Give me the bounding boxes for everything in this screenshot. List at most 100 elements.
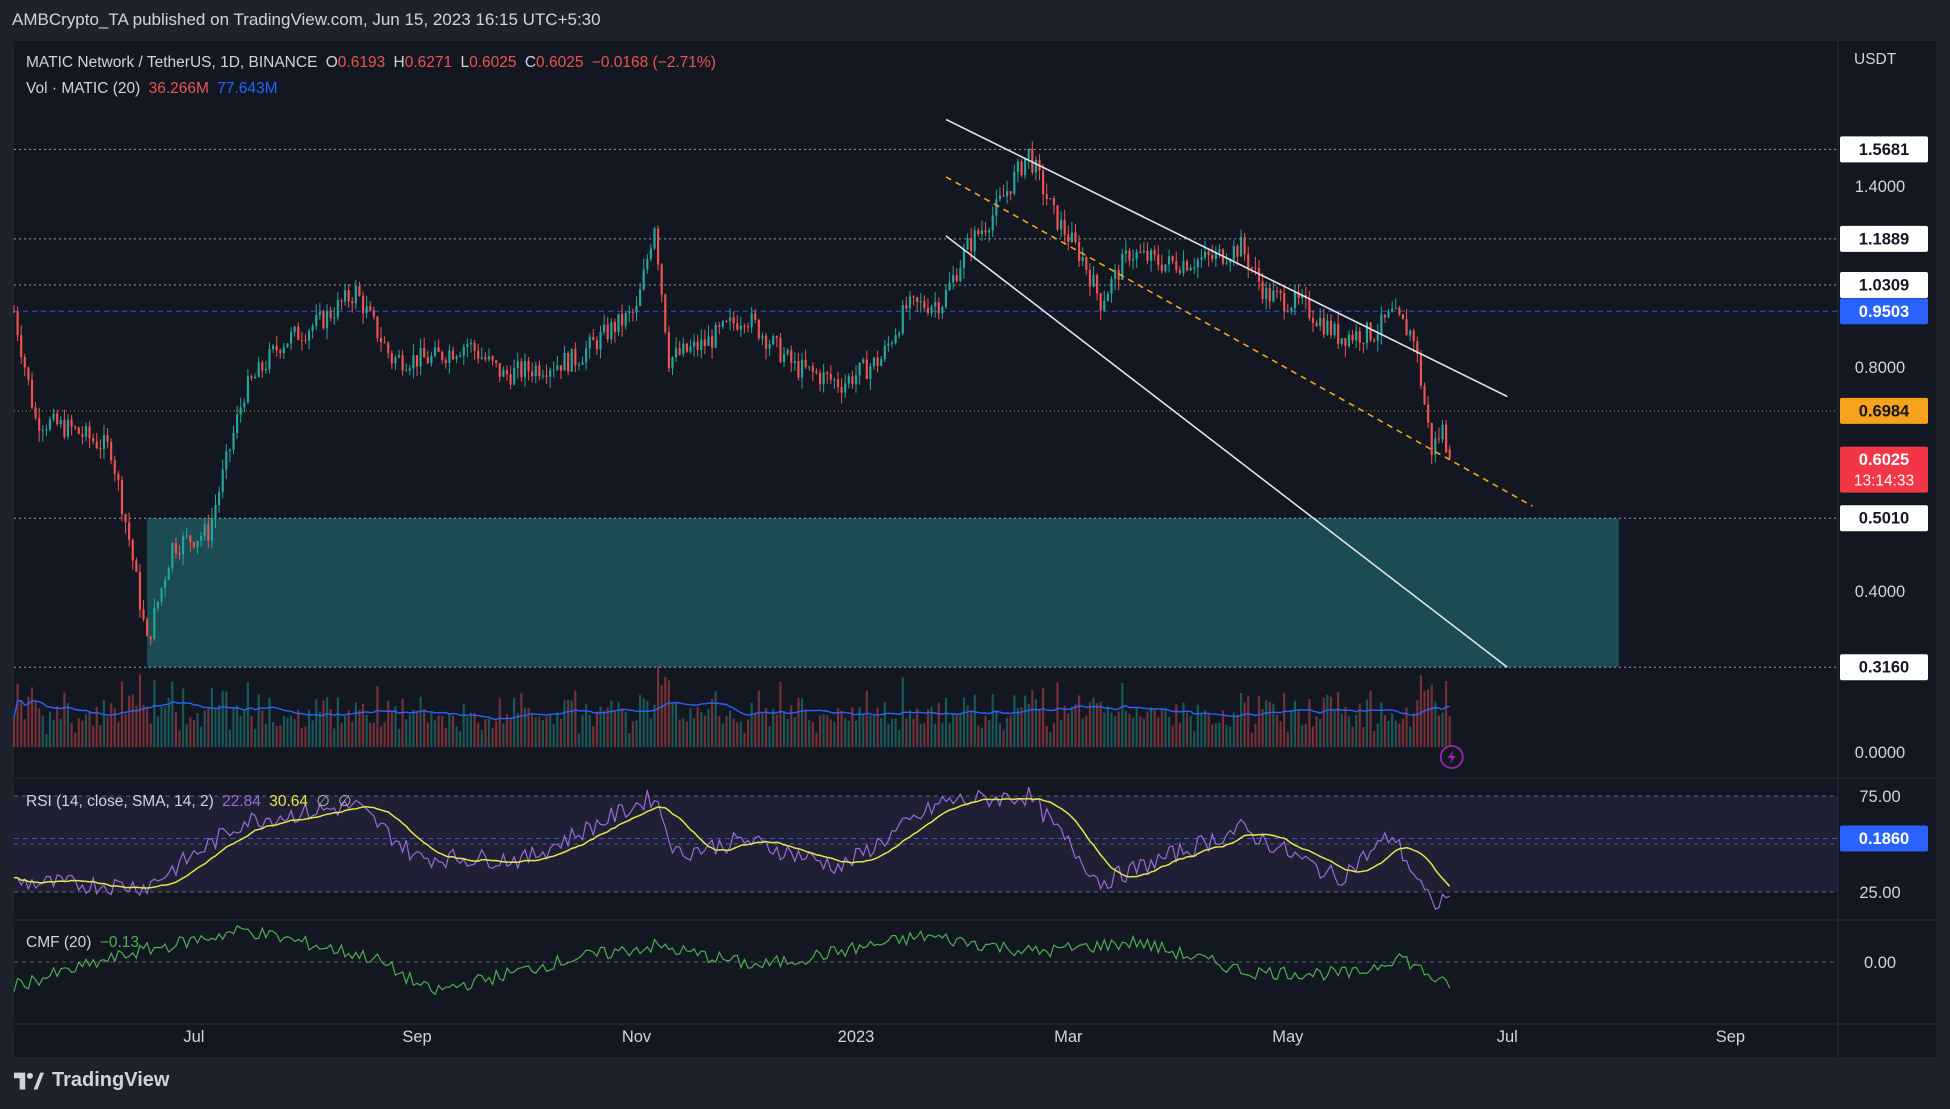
candle-body bbox=[66, 419, 70, 437]
rsi-sma-value: 30.64 bbox=[269, 793, 309, 810]
candle-body bbox=[808, 366, 811, 368]
volume-bar bbox=[41, 715, 44, 747]
volume-bar bbox=[430, 713, 433, 747]
candle-body bbox=[1308, 298, 1311, 319]
candle-body bbox=[1423, 385, 1426, 405]
candle-body bbox=[128, 522, 131, 540]
rsi-legend[interactable]: RSI (14, close, SMA, 14, 2) 22.84 30.64 … bbox=[26, 792, 356, 811]
volume-bar bbox=[1409, 726, 1412, 747]
volume-bar bbox=[671, 703, 674, 747]
candle-body bbox=[81, 433, 84, 437]
volume-bar bbox=[203, 710, 206, 747]
demand-zone bbox=[147, 518, 1619, 668]
candle-body bbox=[254, 376, 257, 379]
volume-bar bbox=[692, 718, 696, 747]
candle-body bbox=[1394, 307, 1397, 309]
volume-bar bbox=[74, 732, 77, 747]
candle-body bbox=[1250, 267, 1253, 269]
volume-bar bbox=[351, 721, 354, 747]
candle-body bbox=[678, 348, 681, 355]
volume-bar bbox=[1218, 722, 1221, 747]
volume-bar bbox=[649, 718, 652, 747]
candle-body bbox=[164, 579, 167, 588]
candle-body bbox=[1167, 256, 1171, 265]
candle-body bbox=[908, 296, 912, 309]
volume-bar bbox=[1049, 732, 1052, 747]
volume-bar bbox=[383, 722, 386, 747]
candle-body bbox=[441, 351, 444, 361]
candle-body bbox=[660, 264, 663, 295]
volume-bar bbox=[1257, 696, 1261, 747]
time-tick-label: Jul bbox=[183, 1028, 204, 1046]
chart-canvas[interactable]: 1.40000.80000.40000.000075.0050.0025.000… bbox=[0, 0, 1950, 1109]
volume-bar bbox=[315, 699, 318, 747]
volume-bar bbox=[271, 721, 275, 747]
candle-body bbox=[847, 376, 850, 384]
candle-body bbox=[401, 355, 404, 371]
volume-bar bbox=[639, 695, 642, 747]
candle-body bbox=[495, 360, 498, 364]
volume-bar bbox=[534, 717, 537, 747]
volume-bar bbox=[606, 707, 609, 747]
candle-body bbox=[977, 230, 980, 235]
volume-bar bbox=[736, 722, 739, 747]
symbol-legend[interactable]: MATIC Network / TetherUS, 1D, BINANCE O0… bbox=[26, 54, 720, 72]
volume-bar bbox=[1106, 706, 1109, 747]
tradingview-logo[interactable]: TradingView bbox=[14, 1069, 169, 1092]
volume-bar bbox=[52, 719, 55, 747]
volume-bar bbox=[1009, 715, 1012, 747]
candle-body bbox=[901, 304, 904, 334]
candle-body bbox=[1322, 317, 1325, 335]
candle-body bbox=[541, 375, 545, 377]
volume-bar bbox=[923, 723, 926, 747]
volume-bar bbox=[347, 709, 350, 747]
candle-body bbox=[1182, 261, 1185, 274]
cmf-legend[interactable]: CMF (20) −0.13 bbox=[26, 934, 143, 952]
volume-bar bbox=[732, 718, 735, 747]
volume-bar bbox=[559, 718, 563, 747]
candle-body bbox=[1070, 232, 1073, 243]
candle-body bbox=[135, 560, 138, 572]
candle-body bbox=[477, 350, 480, 359]
volume-bar bbox=[1034, 699, 1037, 747]
candle-body bbox=[718, 324, 721, 327]
candle-body bbox=[880, 359, 883, 366]
volume-bar bbox=[800, 698, 804, 747]
volume-legend[interactable]: Vol · MATIC (20) 36.266M 77.643M bbox=[26, 80, 282, 98]
candle-body bbox=[426, 357, 429, 364]
candle-body bbox=[484, 357, 487, 360]
volume-ma-value: 77.643M bbox=[217, 80, 278, 97]
candle-body bbox=[606, 324, 609, 340]
candle-body bbox=[1380, 314, 1383, 334]
volume-bar bbox=[664, 676, 667, 747]
volume-bar bbox=[196, 713, 199, 747]
candle-body bbox=[1211, 255, 1214, 259]
volume-bar bbox=[149, 723, 152, 747]
volume-bar bbox=[984, 715, 987, 747]
volume-bar bbox=[1268, 701, 1271, 747]
candle-body bbox=[1189, 267, 1192, 271]
open-value: 0.6193 bbox=[337, 54, 386, 71]
candle-body bbox=[869, 366, 872, 380]
volume-bar bbox=[34, 700, 37, 747]
volume-bar bbox=[423, 709, 426, 747]
volume-ma-line bbox=[13, 699, 1450, 721]
volume-bar bbox=[333, 728, 336, 747]
volume-bar bbox=[106, 716, 109, 747]
candle-body bbox=[671, 357, 674, 369]
candle-body bbox=[1365, 322, 1369, 344]
candle-body bbox=[1391, 308, 1394, 312]
volume-bar bbox=[610, 700, 613, 747]
candle-body bbox=[92, 438, 95, 442]
price-badge: 1.1889 bbox=[1840, 225, 1928, 252]
volume-bar bbox=[1149, 707, 1153, 747]
candle-body bbox=[1344, 338, 1347, 347]
volume-bar bbox=[1232, 712, 1235, 747]
volume-bar bbox=[1052, 723, 1055, 747]
volume-bar bbox=[1185, 712, 1189, 747]
volume-bar bbox=[182, 688, 185, 747]
time-tick-label: Jul bbox=[1497, 1028, 1518, 1046]
candle-body bbox=[743, 325, 746, 327]
volume-bar bbox=[822, 714, 825, 747]
candle-body bbox=[1081, 257, 1084, 261]
